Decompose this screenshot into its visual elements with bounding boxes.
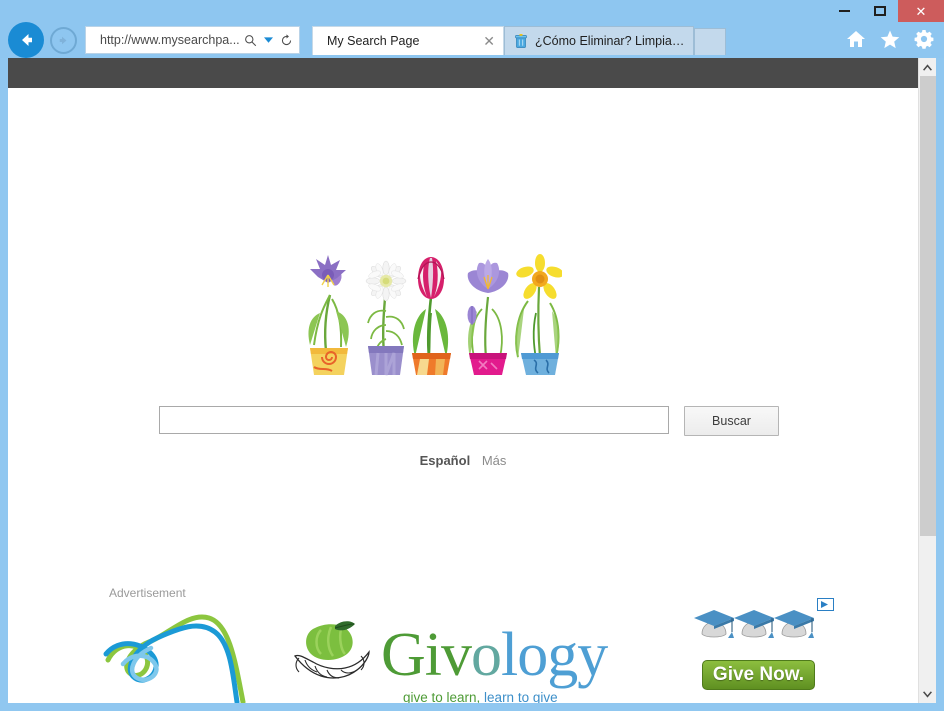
give-now-button[interactable]: Give Now. (702, 660, 815, 690)
trash-bin-icon (515, 34, 527, 48)
ribbon-swirl-ad[interactable] (103, 598, 253, 703)
minimize-icon (838, 10, 850, 12)
page-top-dark-bar (8, 58, 918, 88)
browser-chrome-bar: ✕ http://www.mysearchpa... My Search Pag… (0, 0, 944, 58)
browser-window: ✕ http://www.mysearchpa... My Search Pag… (0, 0, 944, 711)
adchoices-triangle-icon[interactable] (817, 598, 834, 611)
givology-wordmark-part1: Giv (381, 621, 472, 689)
search-button[interactable]: Buscar (684, 406, 779, 436)
tab-label: ¿Cómo Eliminar? Limpiar su co... (535, 34, 685, 48)
tab-label: My Search Page (327, 34, 420, 48)
language-links: Español Más (8, 453, 918, 468)
maximize-button[interactable] (862, 0, 898, 22)
tab-strip: My Search Page ✕ ¿Cómo Eliminar? Limpiar… (312, 26, 726, 55)
flowers-hero-image (308, 254, 562, 376)
command-icons (846, 29, 934, 49)
close-button[interactable]: ✕ (898, 0, 944, 22)
new-tab-button[interactable] (694, 28, 726, 55)
give-now-ad[interactable]: Give Now. (688, 598, 838, 703)
tab-my-search-page[interactable]: My Search Page ✕ (312, 26, 504, 55)
back-button[interactable] (8, 22, 44, 58)
close-icon: ✕ (915, 3, 927, 19)
givology-wordmark-part2: o (471, 621, 502, 689)
page-content: Buscar Español Más Advertisement Givolog… (8, 88, 918, 703)
back-arrow-icon (22, 34, 32, 46)
address-input[interactable]: http://www.mysearchpa... (92, 33, 241, 47)
graduation-caps-icon (694, 610, 814, 638)
givology-tagline: give to learn, learn to give (403, 690, 558, 703)
navigation-buttons (8, 22, 77, 58)
address-bar[interactable]: http://www.mysearchpa... (85, 26, 300, 54)
search-icon[interactable] (241, 34, 259, 47)
home-icon[interactable] (846, 30, 866, 48)
window-controls: ✕ (826, 0, 944, 22)
maximize-icon (874, 6, 886, 16)
forward-arrow-icon (59, 36, 67, 44)
language-more-link[interactable]: Más (482, 453, 507, 468)
scroll-down-button[interactable] (919, 685, 936, 703)
tab-como-eliminar[interactable]: ¿Cómo Eliminar? Limpiar su co... (504, 26, 694, 55)
search-form: Buscar (159, 406, 779, 436)
givology-ad[interactable]: Givology give to learn, learn to give (291, 608, 636, 703)
vertical-scrollbar[interactable] (918, 58, 936, 703)
hands-holding-apple-icon (294, 621, 370, 679)
favorites-star-icon[interactable] (880, 30, 900, 49)
scrollbar-thumb[interactable] (920, 76, 936, 536)
refresh-icon[interactable] (277, 33, 295, 47)
givology-wordmark-part3: logy (501, 621, 608, 689)
language-primary-link[interactable]: Español (420, 453, 471, 468)
tab-close-icon[interactable]: ✕ (477, 33, 495, 50)
page-viewport: Buscar Español Más Advertisement Givolog… (8, 58, 936, 703)
search-input[interactable] (159, 406, 669, 434)
minimize-button[interactable] (826, 0, 862, 22)
settings-gear-icon[interactable] (914, 29, 934, 49)
chevron-down-icon[interactable] (259, 36, 277, 44)
givology-tagline-green: give to learn, (403, 690, 481, 703)
givology-tagline-blue: learn to give (480, 690, 558, 703)
givology-wordmark: Givology (381, 621, 608, 689)
forward-button[interactable] (50, 26, 77, 54)
scroll-up-button[interactable] (919, 58, 936, 76)
